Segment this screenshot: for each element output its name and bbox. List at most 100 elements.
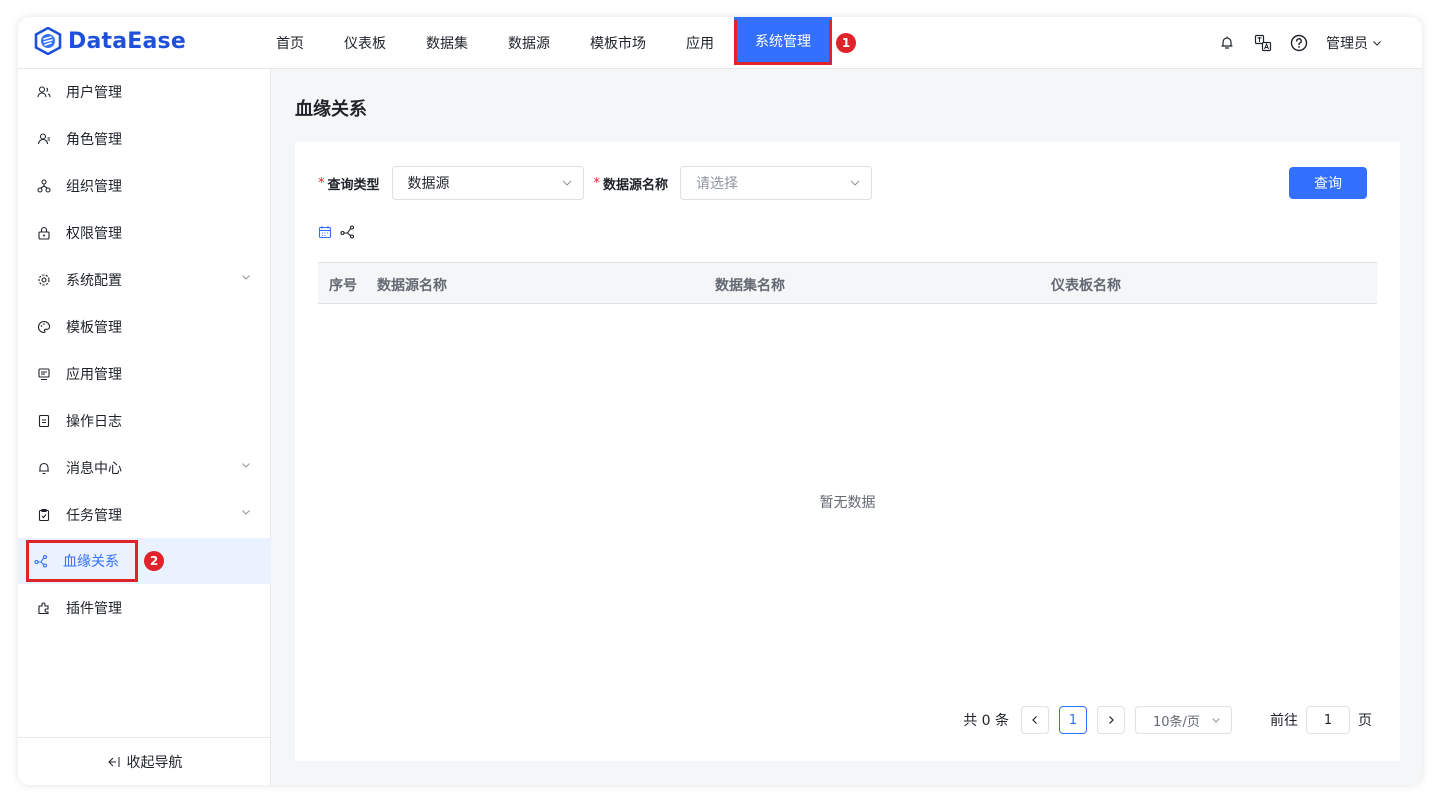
source-name-label: 数据源名称: [603, 177, 669, 193]
goto-page-input[interactable]: 1: [1306, 706, 1350, 734]
collapse-nav-label: 收起导航: [126, 754, 183, 771]
query-type-select[interactable]: 数据源: [391, 166, 584, 200]
user-menu[interactable]: 管理员: [1326, 33, 1382, 53]
nav-dashboard[interactable]: 仪表板: [344, 17, 386, 69]
org-icon: [36, 178, 52, 194]
chevron-down-icon: [1373, 41, 1381, 46]
chevron-left-icon: [1032, 716, 1037, 724]
view-switcher: [318, 224, 356, 243]
user-name: 管理员: [1326, 36, 1368, 52]
page-title: 血缘关系: [295, 99, 367, 120]
sidebar: 用户管理 角色管理 组织管理 权限管理 系统配置 模板管理 应用管理 操作日志 …: [18, 69, 271, 785]
sidebar-item-label: 插件管理: [66, 601, 122, 617]
logo-text: DataEase: [68, 28, 186, 54]
sidebar-item-logs[interactable]: 操作日志: [18, 398, 271, 444]
required-mark: *: [318, 175, 325, 191]
nav-dataset[interactable]: 数据集: [426, 17, 468, 69]
lineage-icon: [33, 553, 49, 569]
sidebar-item-label: 任务管理: [66, 508, 122, 524]
required-mark: *: [593, 175, 601, 191]
total-count: 共 0 条: [963, 713, 1009, 729]
page-size-value: 10条/页: [1153, 714, 1200, 730]
notification-icon[interactable]: [1218, 34, 1236, 52]
sidebar-item-system-config[interactable]: 系统配置: [18, 257, 271, 303]
sidebar-item-apps[interactable]: 应用管理: [18, 351, 271, 397]
chevron-down-icon: [242, 275, 250, 280]
sidebar-item-templates[interactable]: 模板管理: [18, 304, 271, 350]
logo-icon: [34, 27, 62, 55]
annotation-badge-1: 1: [836, 33, 856, 53]
sidebar-item-roles[interactable]: 角色管理: [18, 116, 271, 162]
column-header-dataset: 数据集名称: [715, 278, 785, 294]
prev-page-button[interactable]: [1021, 706, 1049, 734]
chevron-down-icon: [850, 180, 860, 186]
query-form: * 查询类型 数据源 * 数据源名称 请选择: [318, 166, 882, 200]
task-icon: [36, 507, 52, 523]
header-actions: 管理员: [1218, 17, 1382, 69]
sidebar-item-label: 系统配置: [66, 273, 122, 289]
palette-icon: [36, 319, 52, 335]
goto-prefix: 前往: [1270, 713, 1298, 729]
sidebar-item-label: 组织管理: [66, 179, 122, 195]
nav-system-management[interactable]: 系统管理: [734, 17, 832, 65]
sidebar-item-lineage[interactable]: 血缘关系 2: [18, 538, 271, 584]
nav-template-market[interactable]: 模板市场: [590, 17, 646, 69]
help-icon[interactable]: [1290, 34, 1308, 52]
sidebar-item-label: 角色管理: [66, 132, 122, 148]
sidebar-item-org[interactable]: 组织管理: [18, 163, 271, 209]
empty-state-text: 暂无数据: [819, 495, 876, 511]
bell-icon: [36, 460, 52, 476]
goto-suffix: 页: [1358, 713, 1372, 729]
plugin-icon: [36, 600, 52, 616]
nav-apps[interactable]: 应用: [686, 17, 714, 69]
sidebar-item-tasks[interactable]: 任务管理: [18, 492, 271, 538]
main-nav: 首页 仪表板 数据集 数据源 模板市场 应用 系统管理 1: [276, 17, 856, 69]
sidebar-item-permissions[interactable]: 权限管理: [18, 210, 271, 256]
gear-icon: [36, 272, 52, 288]
app-icon: [36, 366, 52, 382]
nav-home[interactable]: 首页: [276, 17, 304, 69]
chevron-down-icon: [562, 180, 571, 186]
sidebar-item-label: 血缘关系: [63, 554, 119, 570]
graph-view-icon[interactable]: [340, 224, 356, 243]
column-header-datasource: 数据源名称: [377, 278, 447, 294]
query-type-label: 查询类型: [327, 177, 380, 193]
query-button[interactable]: 查询: [1289, 167, 1367, 199]
table-view-icon[interactable]: [318, 224, 332, 243]
top-header: DataEase 首页 仪表板 数据集 数据源 模板市场 应用 系统管理 1 管…: [18, 17, 1422, 69]
translate-icon[interactable]: [1254, 34, 1272, 52]
chevron-down-icon: [242, 463, 250, 468]
sidebar-item-label: 权限管理: [66, 226, 122, 242]
log-icon: [36, 413, 52, 429]
logo[interactable]: DataEase: [34, 27, 186, 55]
annotation-badge-2: 2: [144, 551, 164, 571]
chevron-down-icon: [1212, 718, 1220, 723]
sidebar-item-users[interactable]: 用户管理: [18, 69, 271, 115]
source-name-placeholder: 请选择: [696, 176, 739, 192]
sidebar-item-label: 用户管理: [66, 85, 122, 101]
pagination: 共 0 条 1 10条/页 前往 1 页: [963, 706, 1372, 734]
lineage-table-header: 序号 数据源名称 数据集名称 仪表板名称: [318, 262, 1377, 304]
collapse-nav-button[interactable]: 收起导航: [18, 737, 271, 785]
column-header-index: 序号: [329, 278, 357, 294]
collapse-arrow-icon: [107, 756, 119, 767]
annotation-box-2: 血缘关系: [26, 540, 138, 582]
sidebar-item-plugins[interactable]: 插件管理: [18, 585, 271, 631]
lineage-card: * 查询类型 数据源 * 数据源名称 请选择 查询 序号 数据源名称 数据集名称…: [295, 142, 1400, 761]
query-type-value: 数据源: [407, 176, 450, 192]
page-button-current[interactable]: 1: [1059, 706, 1087, 734]
nav-datasource[interactable]: 数据源: [508, 17, 550, 69]
chevron-right-icon: [1109, 716, 1114, 724]
sidebar-item-messages[interactable]: 消息中心: [18, 445, 271, 491]
lock-icon: [36, 225, 52, 241]
next-page-button[interactable]: [1097, 706, 1125, 734]
role-icon: [36, 131, 52, 147]
source-name-select[interactable]: 请选择: [680, 166, 873, 200]
chevron-down-icon: [242, 510, 250, 515]
page-size-select[interactable]: 10条/页: [1135, 706, 1232, 734]
sidebar-item-label: 模板管理: [66, 320, 122, 336]
app-window: DataEase 首页 仪表板 数据集 数据源 模板市场 应用 系统管理 1 管…: [18, 17, 1422, 785]
column-header-dashboard: 仪表板名称: [1051, 278, 1121, 294]
users-icon: [36, 84, 52, 100]
sidebar-item-label: 操作日志: [66, 414, 122, 430]
